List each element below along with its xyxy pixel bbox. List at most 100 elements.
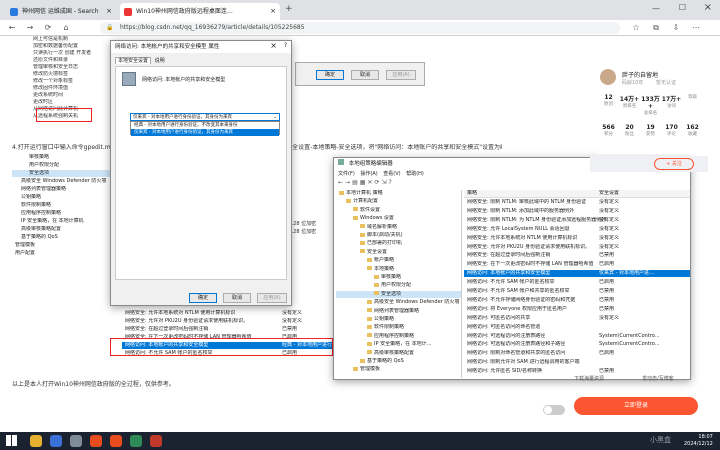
table-row[interactable]: 网络访问: 可匿名访问的命名管道 — [464, 324, 690, 331]
table-row[interactable]: 网络安全: 允许本地系统对 NTLM 使用计算机标识 没有定义 — [464, 235, 690, 242]
table-row[interactable]: 网络访问: 限制允许对 SAM 进行远程调用的客户端 — [464, 359, 690, 366]
stat-label: 原创 — [604, 102, 613, 107]
tree-item[interactable]: 高级安全 Windows Defender 防火墙 — [336, 299, 461, 306]
tree-item[interactable]: 网络列表管理器策略 — [336, 308, 461, 315]
close-icon[interactable]: × — [270, 41, 277, 50]
close-icon[interactable]: × — [106, 3, 112, 20]
follow-button[interactable]: + 关注 — [654, 158, 694, 170]
dropdown-option-selected[interactable]: 仅来宾 - 对本地用户进行身份验证，其身份为来宾 — [131, 129, 279, 136]
start-icon[interactable] — [6, 435, 17, 446]
browser-tab-active[interactable]: Win10神州网信政府版远程桌面连… × — [120, 3, 280, 20]
address-bar[interactable]: 🔒 https://blog.csdn.net/qq_16936279/arti… — [100, 22, 620, 34]
post-blog-link[interactable]: 发动态/写博客 — [642, 375, 674, 382]
table-row[interactable]: 网络访问: 不允许 SAM 帐户的匿名枚举 已启用 — [464, 279, 690, 286]
firefox-icon[interactable] — [110, 435, 122, 447]
table-row[interactable]: 网络安全: 在下一次更改密码时不存储 LAN 管理器哈希值 已启用 — [464, 261, 690, 268]
download-icon[interactable]: ⇩ — [670, 22, 682, 34]
extensions-icon[interactable]: ⧉ — [650, 22, 662, 34]
tree-item[interactable]: 软件设置 — [336, 207, 461, 214]
apply-button[interactable]: 应用(A) — [257, 293, 287, 303]
table-row[interactable]: 网络安全: 限制 NTLM: 审核此域中的 NTLM 身份验证 没有定义 — [464, 199, 690, 206]
table-row[interactable]: 网络访问: 可匿名访问的共享 没有定义 — [464, 315, 690, 322]
tab-explain[interactable]: 说明 — [153, 58, 167, 64]
author-name[interactable]: 胖子的自留地 — [622, 70, 658, 79]
cancel-button[interactable]: 取消 — [223, 293, 251, 303]
reload-icon[interactable]: ⟳ — [42, 22, 54, 34]
tree-item[interactable]: 已部署的打印机 — [336, 240, 461, 247]
help-icon[interactable]: ? — [284, 42, 287, 49]
tree-item[interactable]: 安全选项 — [336, 290, 461, 298]
firefox-icon[interactable] — [90, 435, 102, 447]
login-button[interactable]: 立即登录 — [574, 397, 698, 415]
tree-item[interactable]: 软件限制策略 — [336, 324, 461, 331]
table-row[interactable]: 网络访问: 不允许 SAM 帐户和共享的匿名枚举 已禁用 — [464, 288, 690, 295]
tree-item[interactable]: Windows 设置 — [336, 215, 461, 222]
tree-item: 应用程序控制策略 — [21, 210, 62, 216]
tree-item[interactable]: IP 安全策略，在 本地计… — [336, 341, 461, 348]
dropdown-option[interactable]: 经典 - 对本地用户进行身份验证，不改变其本来身份 — [131, 122, 279, 129]
tree-item[interactable]: 应用程序控制策略 — [336, 333, 461, 340]
tree-item[interactable]: 基于策略的 QoS — [336, 358, 461, 365]
tree-item[interactable]: 本地策略 — [336, 266, 461, 273]
avatar[interactable] — [600, 69, 616, 85]
forward-icon[interactable]: → — [24, 22, 36, 34]
tree-item[interactable]: 用户权限分配 — [336, 282, 461, 289]
back-icon[interactable]: ← — [338, 179, 345, 186]
app-icon[interactable] — [70, 435, 82, 447]
table-row[interactable]: 网络安全: 在超过登录时间后强制注销 已禁用 — [464, 252, 690, 259]
ok-button[interactable]: 确定 — [316, 70, 344, 80]
tree-item[interactable]: 脚本(启动/关机) — [336, 232, 461, 239]
tree-item[interactable]: 管理模板 — [336, 366, 461, 373]
clock[interactable]: 18:07 2024/12/12 — [684, 434, 713, 448]
menu-icon[interactable]: ⋯ — [690, 22, 702, 34]
tree-item[interactable]: 公钥策略 — [336, 316, 461, 323]
tree-item[interactable]: 安全设置 — [336, 249, 461, 256]
window-close-icon[interactable]: × — [704, 2, 712, 13]
tab-local-setting[interactable]: 本地安全设置 — [115, 57, 152, 64]
tree-item[interactable]: 帐户策略 — [336, 257, 461, 264]
table-row[interactable]: 网络安全: 允许 LocalSystem NULL 会话回退 没有定义 — [464, 226, 690, 233]
tree-item[interactable]: 高级审核策略配置 — [336, 350, 461, 357]
table-row[interactable]: 网络访问: 限制对命名管道和共享的匿名访问 已启用 — [464, 350, 690, 357]
table-row[interactable]: 网络访问: 不允许存储网络身份验证的密码和凭据 已禁用 — [464, 297, 690, 304]
apply-button[interactable]: 应用(A) — [386, 70, 416, 80]
app-icon[interactable] — [50, 435, 62, 447]
cancel-button[interactable]: 取消 — [351, 70, 379, 80]
new-tab-icon[interactable]: + — [285, 4, 293, 14]
col-setting[interactable]: 安全设置 — [599, 190, 619, 197]
model-select[interactable]: 仅来宾 - 对本地用户进行身份验证，其身份为来宾 ⌄ — [130, 113, 280, 121]
table-row[interactable]: 网络访问: 本地帐户的共享和安全模型 仅来宾 - 对本地用户进… — [464, 270, 690, 278]
tree-item[interactable]: 计算机配置 — [336, 198, 461, 205]
maximize-icon[interactable]: ☐ — [679, 3, 686, 12]
app-icon[interactable] — [150, 435, 162, 447]
tree-item[interactable]: 审核策略 — [336, 274, 461, 281]
table-row[interactable]: 网络安全: 允许对 PKU2U 身份验证请求使用联机标识。 没有定义 — [464, 244, 690, 251]
help-icon[interactable]: ? — [389, 179, 394, 186]
star-icon[interactable]: ☆ — [630, 22, 642, 34]
tree-item[interactable]: 本地计算机 策略 — [336, 190, 461, 197]
back-icon[interactable]: ← — [6, 22, 18, 34]
close-icon[interactable]: × — [270, 3, 276, 20]
menu-action[interactable]: 操作(A) — [360, 171, 377, 177]
table-row[interactable]: 网络访问: 将 Everyone 权限应用于匿名用户 已禁用 — [464, 306, 690, 313]
export-icon[interactable]: ⇲ — [381, 179, 388, 186]
menu-file[interactable]: 文件(F) — [338, 171, 355, 177]
ok-button[interactable]: 确定 — [189, 293, 217, 303]
toggle-switch[interactable] — [543, 405, 565, 415]
tree-item[interactable]: 域名解析策略 — [336, 224, 461, 231]
download-resources-link[interactable]: 下载海量资源 — [574, 375, 604, 382]
menu-help[interactable]: 帮助(H) — [406, 171, 424, 177]
col-policy[interactable]: 策略 — [467, 190, 477, 196]
forward-icon[interactable]: → — [345, 179, 352, 186]
table-row[interactable]: 网络访问: 可远程访问的注册表路径和子路径 System\CurrentContr… — [464, 341, 690, 348]
table-row[interactable]: 网络访问: 可远程访问的注册表路径 System\CurrentContro… — [464, 333, 690, 340]
table-row[interactable]: 网络安全: 限制 NTLM: 添加此域中的服务器例外 没有定义 — [464, 208, 690, 215]
folder-icon[interactable]: ▤ — [352, 179, 360, 186]
browser-tab[interactable]: 神州网信 运维成国 - Search × — [6, 3, 116, 20]
folder-icon[interactable] — [30, 435, 42, 447]
table-row[interactable]: 网络安全: 限制 NTLM: 为 NTLM 身份验证添加远程服务器例外 没有定义 — [464, 217, 690, 224]
home-icon[interactable]: ⌂ — [60, 22, 72, 34]
app-icon[interactable] — [130, 435, 142, 447]
minimize-icon[interactable]: — — [652, 4, 660, 13]
menu-view[interactable]: 查看(V) — [383, 171, 400, 177]
